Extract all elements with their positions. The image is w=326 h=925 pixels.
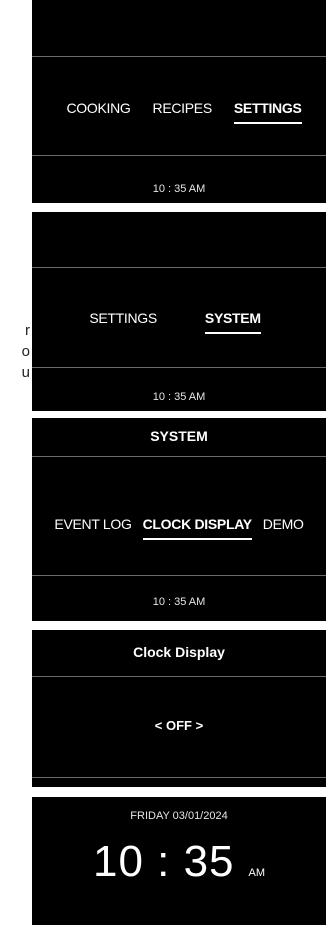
screen-system-menu: SYSTEM EVENT LOG CLOCK DISPLAY DEMO 10 :… — [32, 418, 326, 621]
main-menu-tabs: COOKING RECIPES SETTINGS — [32, 100, 326, 124]
clock-readout: 10 : 35 AM — [152, 391, 206, 403]
date-readout: FRIDAY 03/01/2024 — [130, 810, 228, 822]
tab-system[interactable]: SYSTEM — [204, 310, 261, 334]
screen-title: SYSTEM — [150, 428, 208, 444]
divider — [32, 456, 326, 457]
side-text-line: u — [21, 364, 30, 381]
side-text-line: o — [21, 343, 30, 360]
divider — [32, 575, 326, 576]
divider — [32, 777, 326, 778]
tab-settings[interactable]: SETTINGS — [89, 310, 157, 330]
screen-clock: FRIDAY 03/01/2024 10 : 35 AM — [32, 797, 326, 925]
divider — [32, 56, 326, 57]
tab-event-log[interactable]: EVENT LOG — [54, 516, 131, 536]
cropped-side-text: r o u — [0, 320, 30, 383]
screen-main-menu: COOKING RECIPES SETTINGS 10 : 35 AM — [32, 0, 326, 203]
screen-clock-display-setting: Clock Display < OFF > — [32, 630, 326, 787]
divider — [32, 367, 326, 368]
tab-clock-display[interactable]: CLOCK DISPLAY — [142, 516, 252, 540]
clock-readout: 10 : 35 AM — [152, 596, 206, 608]
side-text-line: r — [25, 322, 30, 339]
system-tabs: EVENT LOG CLOCK DISPLAY DEMO — [32, 516, 326, 540]
tab-recipes[interactable]: RECIPES — [153, 100, 213, 120]
big-clock-time: 10 : 35 — [92, 837, 235, 886]
screen-settings-menu: SETTINGS SYSTEM 10 : 35 AM — [32, 212, 326, 411]
divider — [32, 676, 326, 677]
tab-settings[interactable]: SETTINGS — [233, 100, 302, 124]
divider — [32, 267, 326, 268]
clock-readout: 10 : 35 AM — [152, 183, 206, 195]
big-clock: 10 : 35 AM — [32, 837, 326, 887]
screen-title: Clock Display — [133, 644, 225, 660]
big-clock-ampm: AM — [248, 867, 266, 879]
divider — [32, 155, 326, 156]
clock-display-option-selector[interactable]: < OFF > — [32, 718, 326, 733]
tab-demo[interactable]: DEMO — [263, 516, 304, 536]
settings-tabs: SETTINGS SYSTEM — [32, 310, 326, 334]
tab-cooking[interactable]: COOKING — [66, 100, 130, 120]
